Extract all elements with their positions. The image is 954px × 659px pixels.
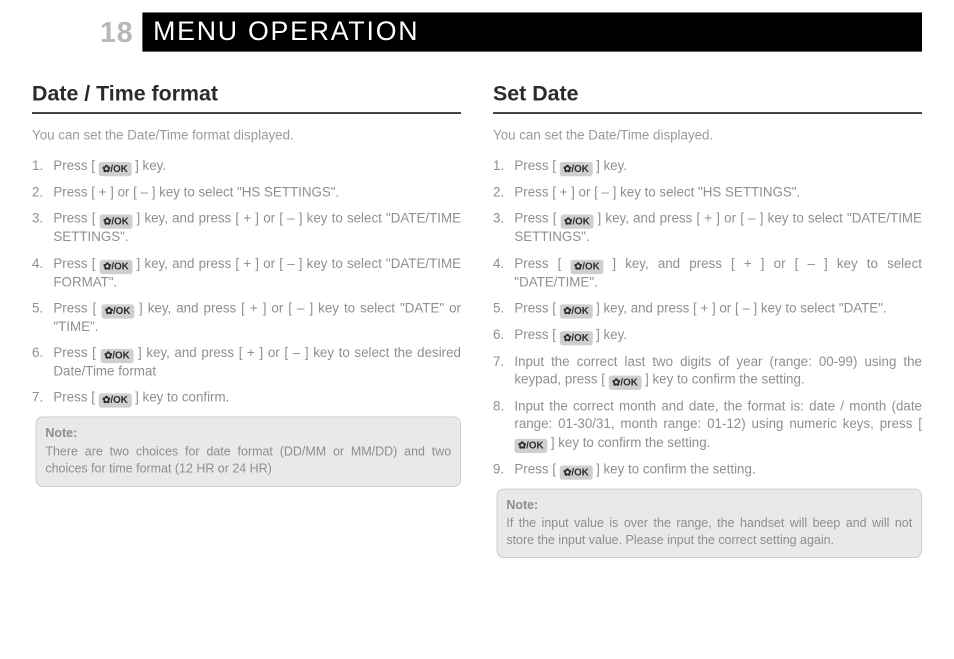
settings-ok-key-icon: ✿/OK (101, 349, 134, 363)
list-item: Press [ + ] or [ – ] key to select "HS S… (32, 184, 461, 202)
list-item: Input the correct month and date, the fo… (493, 398, 922, 453)
settings-ok-key-icon: ✿/OK (560, 304, 593, 318)
section-date-time-format: Date / Time format You can set the Date/… (32, 82, 461, 558)
page-header: 18 MENU OPERATION (32, 12, 922, 51)
note-label: Note: (45, 425, 451, 442)
list-item: Press [ ✿/OK ] key. (32, 158, 461, 177)
step-list: Press [ ✿/OK ] key. Press [ + ] or [ – ] … (32, 158, 461, 408)
settings-ok-key-icon: ✿/OK (100, 215, 133, 229)
page-number: 18 (100, 16, 133, 49)
section-set-date: Set Date You can set the Date/Time displ… (493, 82, 922, 558)
list-item: Press [ ✿/OK ] key to confirm. (32, 389, 461, 408)
note-body: There are two choices for date format (D… (45, 444, 451, 475)
settings-ok-key-icon: ✿/OK (609, 376, 642, 390)
settings-ok-key-icon: ✿/OK (560, 331, 593, 345)
list-item: Press [ + ] or [ – ] key to select "HS S… (493, 184, 922, 202)
page-title: MENU OPERATION (153, 17, 419, 47)
section-heading: Date / Time format (32, 82, 461, 114)
settings-ok-key-icon: ✿/OK (99, 394, 132, 408)
list-item: Press [ ✿/OK ] key, and press [ + ] or [… (32, 210, 461, 247)
list-item: Press [ ✿/OK ] key, and press [ + ] or [… (32, 344, 461, 381)
list-item: Press [ ✿/OK ] key, and press [ + ] or [… (32, 300, 461, 337)
section-intro: You can set the Date/Time displayed. (493, 126, 922, 145)
list-item: Input the correct last two digits of yea… (493, 353, 922, 390)
list-item: Press [ ✿/OK ] key, and press [ + ] or [… (32, 255, 461, 292)
note-body: If the input value is over the range, th… (506, 516, 912, 547)
list-item: Press [ ✿/OK ] key, and press [ + ] or [… (493, 210, 922, 247)
settings-ok-key-icon: ✿/OK (514, 438, 547, 452)
settings-ok-key-icon: ✿/OK (570, 259, 603, 273)
page-number-box: 18 (32, 12, 142, 51)
note-label: Note: (506, 496, 912, 513)
list-item: Press [ ✿/OK ] key to confirm the settin… (493, 461, 922, 480)
settings-ok-key-icon: ✿/OK (101, 304, 134, 318)
step-list: Press [ ✿/OK ] key. Press [ + ] or [ – ] … (493, 158, 922, 480)
settings-ok-key-icon: ✿/OK (560, 162, 593, 176)
section-intro: You can set the Date/Time format display… (32, 126, 461, 145)
list-item: Press [ ✿/OK ] key. (493, 326, 922, 345)
note-box: Note: If the input value is over the ran… (497, 488, 922, 558)
list-item: Press [ ✿/OK ] key, and press [ + ] or [… (493, 300, 922, 319)
content-columns: Date / Time format You can set the Date/… (32, 82, 922, 558)
list-item: Press [ ✿/OK ] key, and press [ + ] or [… (493, 255, 922, 292)
settings-ok-key-icon: ✿/OK (99, 162, 132, 176)
page-title-bar: MENU OPERATION (142, 12, 922, 51)
section-heading: Set Date (493, 82, 922, 114)
list-item: Press [ ✿/OK ] key. (493, 158, 922, 177)
settings-ok-key-icon: ✿/OK (100, 259, 133, 273)
settings-ok-key-icon: ✿/OK (560, 465, 593, 479)
note-box: Note: There are two choices for date for… (36, 417, 461, 487)
manual-page: 18 MENU OPERATION Date / Time format You… (0, 0, 954, 558)
settings-ok-key-icon: ✿/OK (561, 215, 594, 229)
